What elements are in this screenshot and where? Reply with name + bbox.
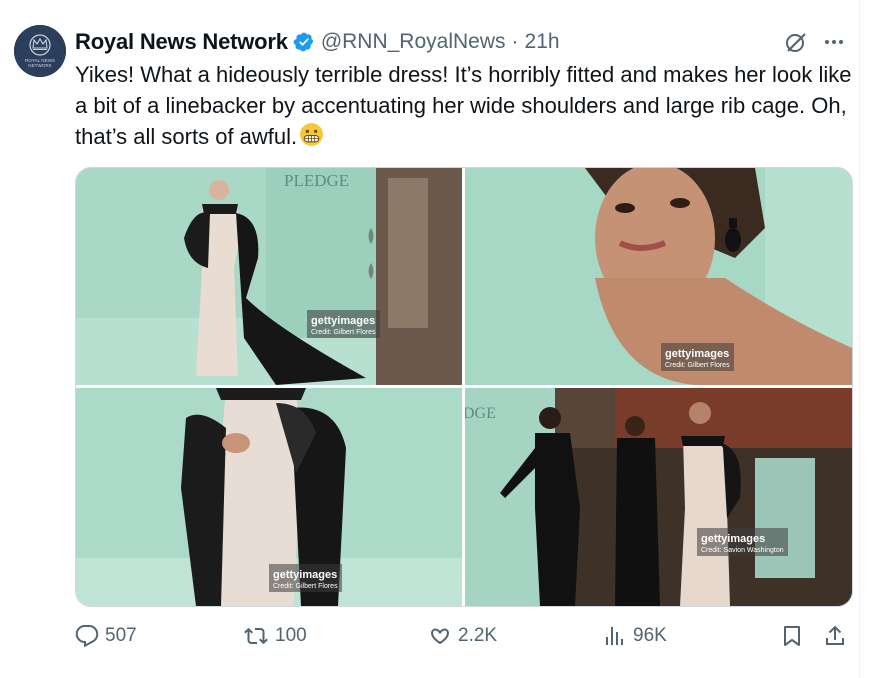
- getty-watermark: gettyimages Credit: Gilbert Flores: [307, 310, 380, 339]
- repost-icon: [244, 627, 268, 645]
- photo-2[interactable]: gettyimages Credit: Gilbert Flores: [465, 168, 852, 385]
- pledge-sign: PLEDGE: [284, 171, 349, 190]
- like-button[interactable]: 2.2K: [428, 624, 497, 648]
- time-separator: ·: [511, 30, 519, 53]
- bookmark-button[interactable]: [780, 624, 804, 648]
- tweet-text: Yikes! What a hideously terrible dress! …: [75, 59, 860, 155]
- verified-badge-icon[interactable]: [293, 31, 315, 53]
- photo-4[interactable]: DGE gettyimages Credit: Savion Washingto…: [465, 388, 852, 606]
- reply-icon: [75, 625, 99, 648]
- author-handle[interactable]: @RNN_RoyalNews: [321, 30, 506, 54]
- photo-3[interactable]: gettyimages Credit: Gilbert Flores: [76, 388, 462, 606]
- like-count: 2.2K: [458, 625, 498, 646]
- tweet-actions: 507 100 2.2K 96K: [75, 624, 852, 652]
- getty-watermark: gettyimages Credit: Savion Washington: [697, 528, 788, 557]
- media-grid: PLEDGE gettyimages Credit: Gilbert Flore…: [75, 167, 853, 607]
- repost-count: 100: [275, 625, 307, 646]
- crown-logo-icon: ROYAL NEWS NETWORK: [14, 25, 66, 77]
- avatar[interactable]: ROYAL NEWS NETWORK: [14, 25, 66, 77]
- grimacing-face-icon: [299, 122, 324, 155]
- tweet-body: Yikes! What a hideously terrible dress! …: [75, 62, 852, 149]
- getty-watermark: gettyimages Credit: Gilbert Flores: [269, 564, 342, 593]
- share-icon: [826, 625, 844, 645]
- heart-icon: [430, 628, 450, 645]
- bookmark-icon: [784, 626, 800, 646]
- avatar-text-2: NETWORK: [28, 63, 52, 68]
- pledge-sign-2: DGE: [465, 405, 496, 422]
- repost-button[interactable]: 100: [243, 624, 307, 648]
- photo-1[interactable]: PLEDGE gettyimages Credit: Gilbert Flore…: [76, 168, 462, 385]
- views-chart-icon: [606, 627, 623, 645]
- author-name[interactable]: Royal News Network: [75, 29, 288, 55]
- share-button[interactable]: [823, 624, 847, 648]
- getty-watermark: gettyimages Credit: Gilbert Flores: [661, 343, 734, 372]
- more-options-icon[interactable]: [822, 30, 846, 54]
- reply-count: 507: [105, 625, 137, 646]
- views-button[interactable]: 96K: [603, 624, 667, 648]
- tweet-header: Royal News Network @RNN_RoyalNews · 21h: [75, 28, 846, 56]
- view-count: 96K: [633, 625, 667, 646]
- grok-icon[interactable]: [784, 30, 808, 54]
- reply-button[interactable]: 507: [75, 624, 137, 648]
- tweet-time[interactable]: 21h: [525, 30, 560, 54]
